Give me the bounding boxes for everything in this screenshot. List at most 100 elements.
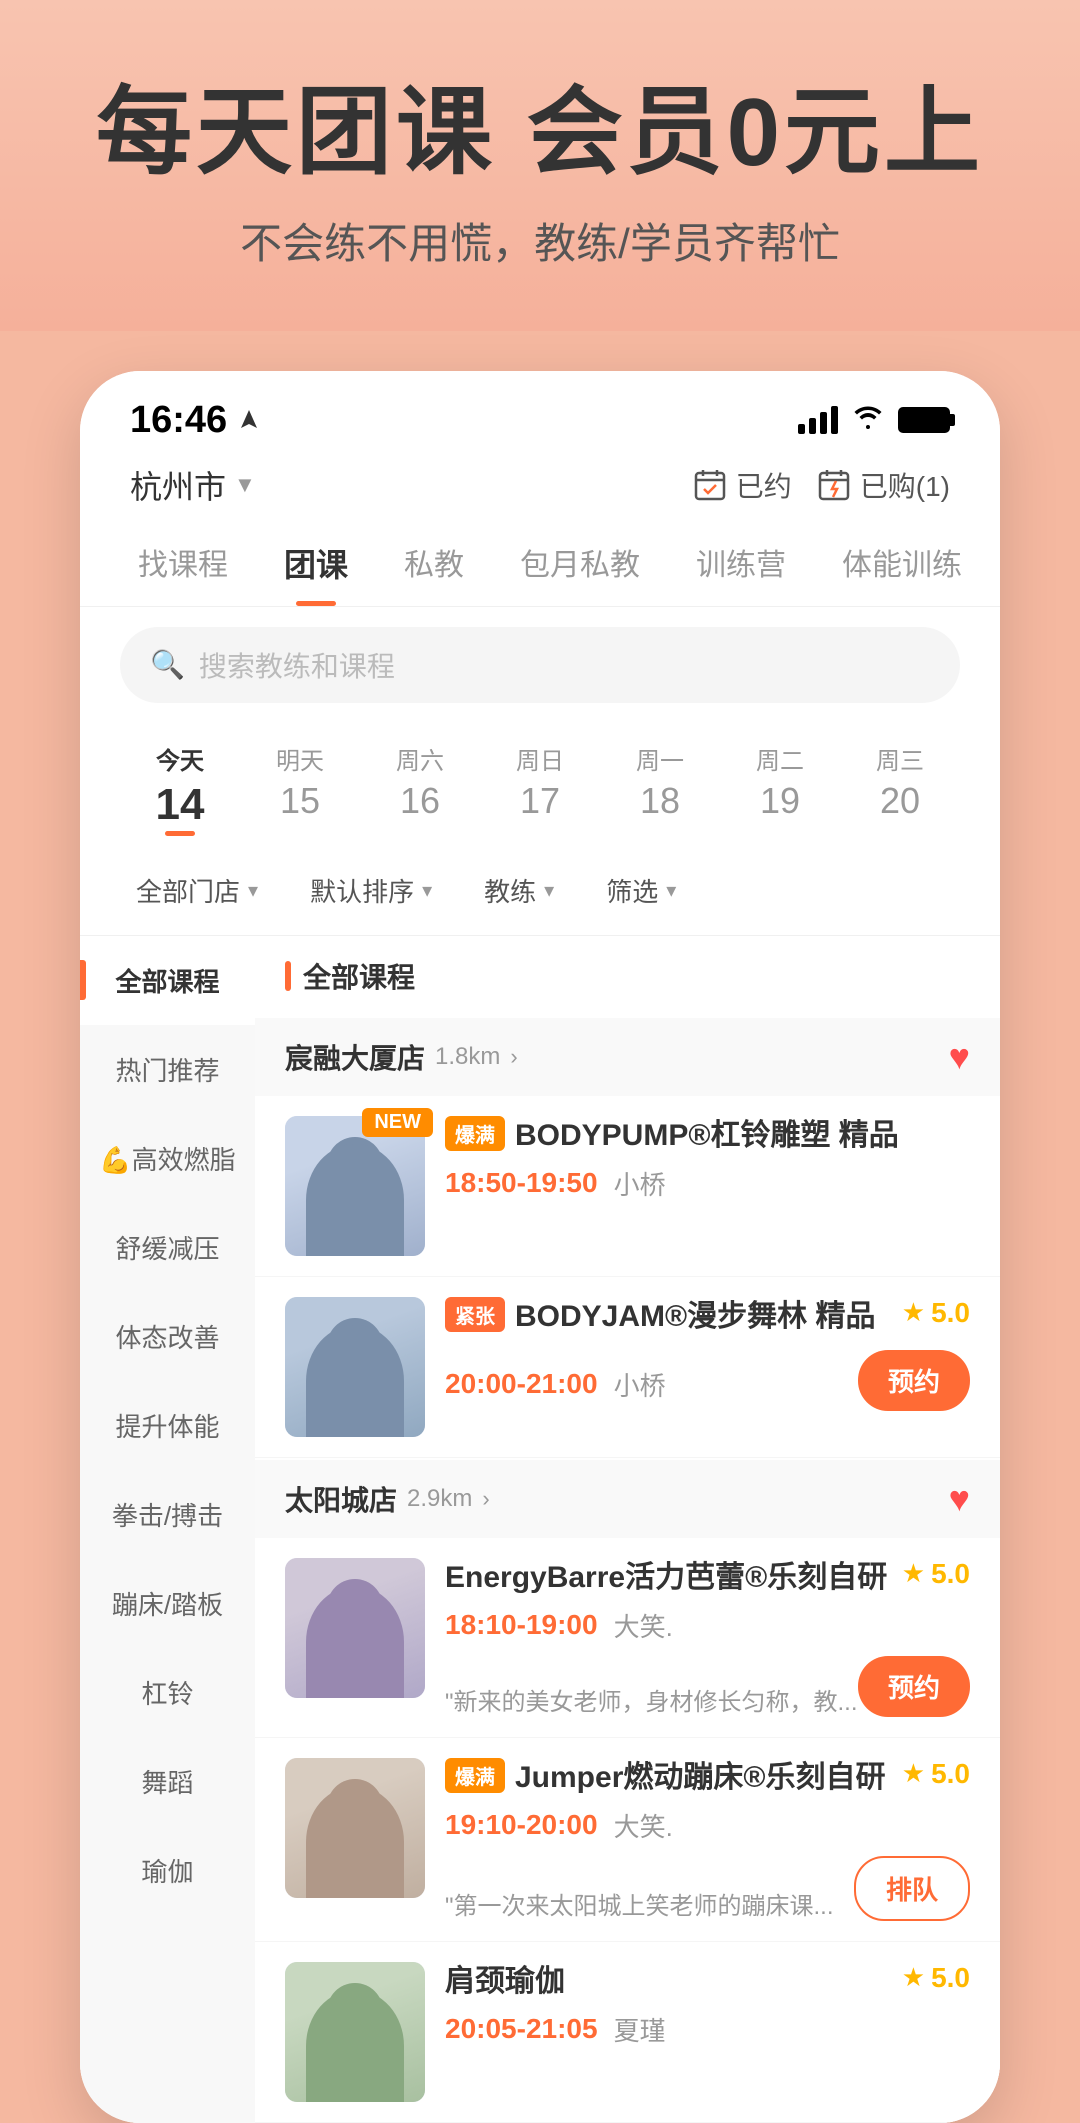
star-icon-3: ★ [902,1558,925,1589]
course-card-energybarre: EnergyBarre活力芭蕾®乐刻自研 ★ 5.0 18:10-19:00 大… [255,1538,1000,1738]
rating-score-4: 5.0 [931,1758,970,1790]
search-bar[interactable]: 🔍 搜索教练和课程 [120,627,960,703]
course-card-info-4: 爆满 Jumper燃动蹦床®乐刻自研 ★ 5.0 19:10-20:00 大笑.… [445,1758,970,1921]
trainer-photo-3 [285,1558,425,1698]
book-button-bodyjam[interactable]: 预约 [858,1350,970,1411]
course-time-5: 20:05-21:05 [445,2013,598,2045]
sidebar-item-barbell[interactable]: 杠铃 [80,1648,255,1737]
date-item-tue[interactable]: 周二 19 [720,733,840,838]
date-num-sun: 17 [484,780,596,822]
sidebar-item-yoga[interactable]: 瑜伽 [80,1826,255,1915]
store-header-1[interactable]: 宸融大厦店 1.8km › ♥ [255,1018,1000,1096]
sidebar-item-fitness[interactable]: 提升体能 [80,1381,255,1470]
date-label-sat: 周六 [364,741,476,776]
course-time-3: 18:10-19:00 [445,1609,598,1641]
date-item-sat[interactable]: 周六 16 [360,733,480,838]
tab-personal-trainer[interactable]: 私教 [376,524,492,606]
location-text: 杭州市 [130,462,226,508]
sidebar-item-trampoline[interactable]: 蹦床/踏板 [80,1559,255,1648]
person-body-5 [306,1990,404,2102]
rating-score-5: 5.0 [931,1962,970,1994]
store-arrow-icon: › [510,1044,517,1070]
queue-button-jumper[interactable]: 排队 [854,1856,970,1921]
book-button-energybarre[interactable]: 预约 [858,1656,970,1717]
filter-all-stores[interactable]: 全部门店 ▾ [120,864,274,917]
badge-full-4: 爆满 [445,1758,505,1793]
sidebar-item-all-courses[interactable]: 全部课程 [80,936,255,1025]
hero-section: 每天团课 会员0元上 不会练不用慌，教练/学员齐帮忙 [0,0,1080,331]
person-body-3 [306,1586,404,1698]
course-thumbnail-1 [285,1116,425,1256]
sidebar-item-popular[interactable]: 热门推荐 [80,1025,255,1114]
course-row-action-2: 20:00-21:00 小桥 预约 [445,1350,970,1411]
course-desc-4: "第一次来太阳城上笑老师的蹦床课... [445,1886,834,1921]
purchased-label: 已购(1) [860,465,950,505]
date-label-mon: 周一 [604,741,716,776]
booked-button[interactable]: 已约 [692,465,792,505]
tab-camp[interactable]: 训练营 [668,524,814,606]
course-thumbnail-5 [285,1962,425,2102]
course-row-action-3: "新来的美女老师，身材修长匀称，教... 预约 [445,1656,970,1717]
favorite-icon-2[interactable]: ♥ [949,1478,970,1520]
hero-title: 每天团课 会员0元上 [60,80,1020,186]
tab-find-course[interactable]: 找课程 [110,524,256,606]
course-name-3: EnergyBarre活力芭蕾®乐刻自研 [445,1558,887,1597]
sidebar-item-relax[interactable]: 舒缓减压 [80,1203,255,1292]
location-selector[interactable]: 杭州市 ▼ [130,462,256,508]
course-time-1: 18:50-19:50 [445,1167,598,1199]
favorite-icon-1[interactable]: ♥ [949,1036,970,1078]
new-badge: NEW [362,1108,433,1137]
date-item-wed[interactable]: 周三 20 [840,733,960,838]
course-title-row-2: 紧张 BODYJAM®漫步舞林 精品 ★ 5.0 [445,1297,970,1336]
sidebar-item-dance[interactable]: 舞蹈 [80,1737,255,1826]
sidebar-item-fat-burn[interactable]: 💪高效燃脂 [80,1114,255,1203]
course-trainer-3: 大笑. [614,1607,673,1644]
sidebar-item-boxing[interactable]: 拳击/搏击 [80,1470,255,1559]
course-card-info-3: EnergyBarre活力芭蕾®乐刻自研 ★ 5.0 18:10-19:00 大… [445,1558,970,1717]
date-item-sun[interactable]: 周日 17 [480,733,600,838]
course-title-row-4: 爆满 Jumper燃动蹦床®乐刻自研 ★ 5.0 [445,1758,970,1797]
course-title-row-3: EnergyBarre活力芭蕾®乐刻自研 ★ 5.0 [445,1558,970,1597]
search-icon: 🔍 [150,648,185,681]
course-row-action-4: "第一次来太阳城上笑老师的蹦床课... 排队 [445,1856,970,1921]
person-body [306,1144,404,1256]
tab-monthly-pt[interactable]: 包月私教 [492,524,668,606]
chevron-down-icon: ▾ [666,878,676,903]
course-list: 全部课程 宸融大厦店 1.8km › ♥ [255,936,1000,2123]
date-num-today: 14 [156,780,205,830]
course-card-info-2: 紧张 BODYJAM®漫步舞林 精品 ★ 5.0 20:00-21:00 小桥 [445,1297,970,1411]
filter-screen[interactable]: 筛选 ▾ [590,864,692,917]
course-card-shoulder-yoga: 肩颈瑜伽 ★ 5.0 20:05-21:05 夏瑾 [255,1942,1000,2123]
date-item-today[interactable]: 今天 14 [120,733,240,838]
booked-label: 已约 [736,465,792,505]
tab-fitness-training[interactable]: 体能训练 [814,524,990,606]
badge-full-1: 爆满 [445,1116,505,1151]
course-thumbnail-4 [285,1758,425,1898]
calendar-booked-icon [692,467,728,503]
badge-tight-2: 紧张 [445,1297,505,1332]
date-label-tue: 周二 [724,741,836,776]
date-num-sat: 16 [364,780,476,822]
person-body-2 [306,1325,404,1437]
course-time-row-5: 20:05-21:05 夏瑾 [445,2011,970,2048]
battery-icon [898,407,950,433]
purchased-button[interactable]: 已购(1) [816,465,950,505]
course-time-row-2: 20:00-21:00 小桥 [445,1366,666,1403]
date-label-wed: 周三 [844,741,956,776]
thumb-wrap-1: NEW [285,1116,425,1256]
hero-subtitle: 不会练不用慌，教练/学员齐帮忙 [60,210,1020,271]
date-item-mon[interactable]: 周一 18 [600,733,720,838]
store-header-2[interactable]: 太阳城店 2.9km › ♥ [255,1460,1000,1538]
sidebar-item-posture[interactable]: 体态改善 [80,1292,255,1381]
tab-group-class[interactable]: 团课 [256,524,376,606]
trainer-photo-2 [285,1297,425,1437]
filter-trainer[interactable]: 教练 ▾ [468,864,570,917]
trainer-photo-5 [285,1962,425,2102]
date-item-tomorrow[interactable]: 明天 15 [240,733,360,838]
filter-sort[interactable]: 默认排序 ▾ [294,864,448,917]
signal-icon [798,406,838,434]
store-distance-1: 1.8km [435,1043,500,1071]
top-nav: 杭州市 ▼ 已约 [80,452,1000,524]
rating-4: ★ 5.0 [902,1758,970,1790]
trainer-photo-1 [285,1116,425,1256]
